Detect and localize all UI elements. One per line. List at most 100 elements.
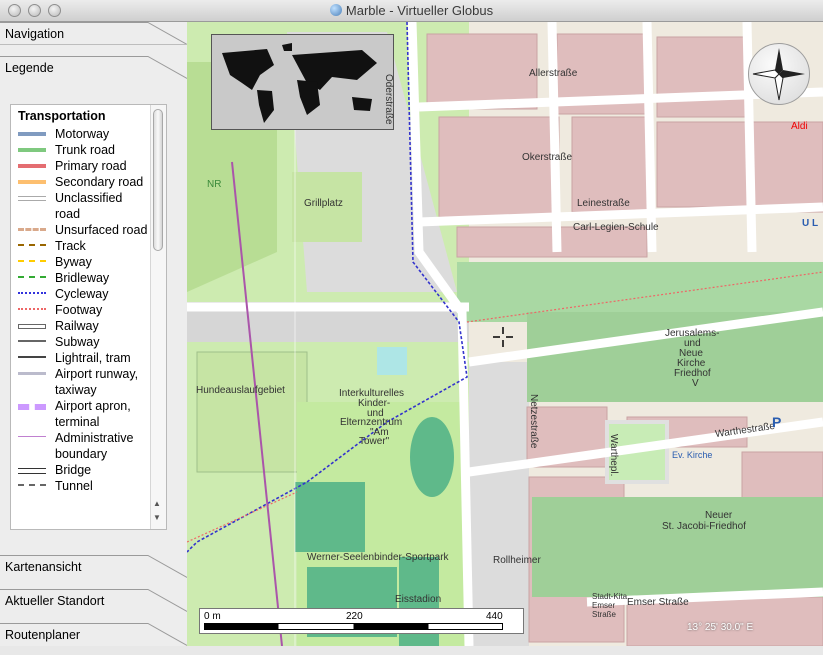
legend-swatch-icon (18, 462, 46, 478)
legend-item: Tunnel (18, 478, 148, 494)
crosshair-icon (493, 327, 513, 347)
legend-swatch-icon (18, 430, 46, 446)
map-label-neuer: Neuer (705, 510, 733, 521)
legend-item-label: Cycleway (55, 287, 109, 301)
legend-item: Administrative boundary (18, 430, 148, 462)
coordinate-readout: 13° 25' 30.0" E (687, 622, 754, 633)
legend-swatch-icon (18, 350, 46, 366)
parking-icon: P (772, 414, 782, 430)
legend-item: Bridleway (18, 270, 148, 286)
legend-item: Footway (18, 302, 148, 318)
legend-swatch-icon (18, 270, 46, 286)
section-navigation-label: Navigation (5, 27, 65, 41)
overview-world-map[interactable] (211, 34, 394, 130)
legend-item: Primary road (18, 158, 148, 174)
legend-item: Secondary road (18, 174, 148, 190)
map-label-stadt-kita: Stadt-Kita Emser Straße (592, 592, 628, 619)
map-label-rollheimer: Rollheimer (493, 555, 541, 566)
scroll-up-arrow-icon[interactable]: ▲ (153, 499, 161, 508)
legend-heading: Transportation (18, 109, 106, 123)
map-label-emser-strasse: Emser Straße (627, 597, 689, 608)
map-label-friedhof-6: V (692, 378, 699, 389)
legend-scrollbar[interactable]: ▲ ▼ (150, 105, 166, 529)
map-label-kinderzentrum-6: Tower" (359, 436, 390, 447)
scale-tick-220: 220 (346, 611, 363, 622)
map-label-leinestrasse: Leinestraße (577, 198, 630, 209)
legend-item-label: Unclassified road (55, 191, 123, 221)
map-label-eisstadion: Eisstadion (395, 594, 442, 605)
legend-item-label: Tunnel (55, 479, 93, 493)
legend-swatch-icon (18, 142, 46, 158)
legend-item-label: Motorway (55, 127, 110, 141)
legend-swatch-icon (18, 174, 46, 190)
legend-item-label: Bridleway (55, 271, 110, 285)
map-label-u-l: U L (802, 218, 819, 229)
section-aktueller-standort-label: Aktueller Standort (5, 594, 105, 608)
map-label-st-jacobi-friedhof: St. Jacobi-Friedhof (662, 521, 746, 532)
scale-tick-0: 0 m (204, 611, 221, 622)
legend-item: Cycleway (18, 286, 148, 302)
legend-item-label: Primary road (55, 159, 127, 173)
map-label-carl-legien-schule: Carl-Legien-Schule (573, 222, 659, 233)
scale-tick-440: 440 (486, 611, 503, 622)
map-label-oderstrasse-north: Oderstraße (383, 74, 394, 125)
legend-swatch-icon (18, 398, 46, 414)
legend-item: Airport apron, terminal (18, 398, 148, 430)
legend-item: Airport runway, taxiway (18, 366, 148, 398)
section-kartenansicht[interactable]: Kartenansicht (0, 555, 187, 587)
legend-swatch-icon (18, 254, 46, 270)
legend-item: Lightrail, tram (18, 350, 148, 366)
map-label-nr: NR (207, 179, 222, 190)
legend-item-label: Trunk road (55, 143, 115, 157)
scroll-down-arrow-icon[interactable]: ▼ (153, 513, 161, 522)
legend-swatch-icon (18, 318, 46, 334)
section-routenplaner-label: Routenplaner (5, 628, 81, 642)
legend-item-label: Lightrail, tram (55, 351, 131, 365)
legend-swatch-icon (18, 302, 46, 318)
section-legende-label: Legende (5, 61, 54, 75)
section-navigation[interactable]: Navigation (0, 22, 187, 54)
legend-item-label: Byway (55, 255, 92, 269)
section-routenplaner[interactable]: Routenplaner (0, 623, 187, 655)
legend-item-label: Airport runway, taxiway (55, 367, 139, 397)
scale-bar: 0 m 220 440 (199, 608, 524, 634)
legend-swatch-icon (18, 334, 46, 350)
legend-item: Track (18, 238, 148, 254)
legend-item-label: Bridge (55, 463, 92, 477)
legend-swatch-icon (18, 238, 46, 254)
legend-swatch-icon (18, 366, 46, 382)
window-title: Marble - Virtueller Globus (0, 3, 823, 18)
legend-scroll-thumb[interactable] (153, 109, 163, 251)
map-label-grillplatz: Grillplatz (304, 198, 343, 209)
legend-swatch-icon (18, 222, 46, 238)
legend-panel[interactable]: Transportation Motorway Trunk road Primary… (10, 104, 167, 530)
map-label-okerstrasse: Okerstraße (522, 152, 573, 163)
legend-item: Unsurfaced road (18, 222, 148, 238)
legend-item: Railway (18, 318, 148, 334)
scale-ruler (204, 623, 503, 630)
section-legende[interactable]: Legende (0, 56, 187, 88)
legend-item-label: Footway (55, 303, 103, 317)
legend-swatch-icon (18, 286, 46, 302)
legend-item: Trunk road (18, 142, 148, 158)
world-map-icon (222, 43, 377, 123)
map-label-hundeauslaufgebiet: Hundeauslaufgebiet (196, 385, 285, 396)
legend-item-label: Unsurfaced road (55, 223, 148, 237)
legend-swatch-icon (18, 126, 46, 142)
map-label-allerstrasse: Allerstraße (529, 68, 578, 79)
sidebar: Navigation Legende Transportation Motorw… (0, 22, 187, 646)
section-kartenansicht-label: Kartenansicht (5, 560, 82, 574)
section-aktueller-standort[interactable]: Aktueller Standort (0, 589, 187, 621)
legend-item: Bridge (18, 462, 148, 478)
title-bar: Marble - Virtueller Globus (0, 0, 823, 22)
legend-item: Unclassified road (18, 190, 148, 222)
legend-item: Byway (18, 254, 148, 270)
map-view[interactable]: Allerstraße Okerstraße Leinestraße Carl-… (187, 22, 823, 646)
legend-item-label: Subway (55, 335, 100, 349)
legend-item-label: Track (55, 239, 86, 253)
legend-swatch-icon (18, 478, 46, 494)
globe-icon (329, 4, 342, 16)
compass-icon[interactable] (748, 43, 810, 105)
legend-item: Motorway (18, 126, 148, 142)
map-label-sportpark: Werner-Seelenbinder-Sportpark (307, 552, 449, 563)
